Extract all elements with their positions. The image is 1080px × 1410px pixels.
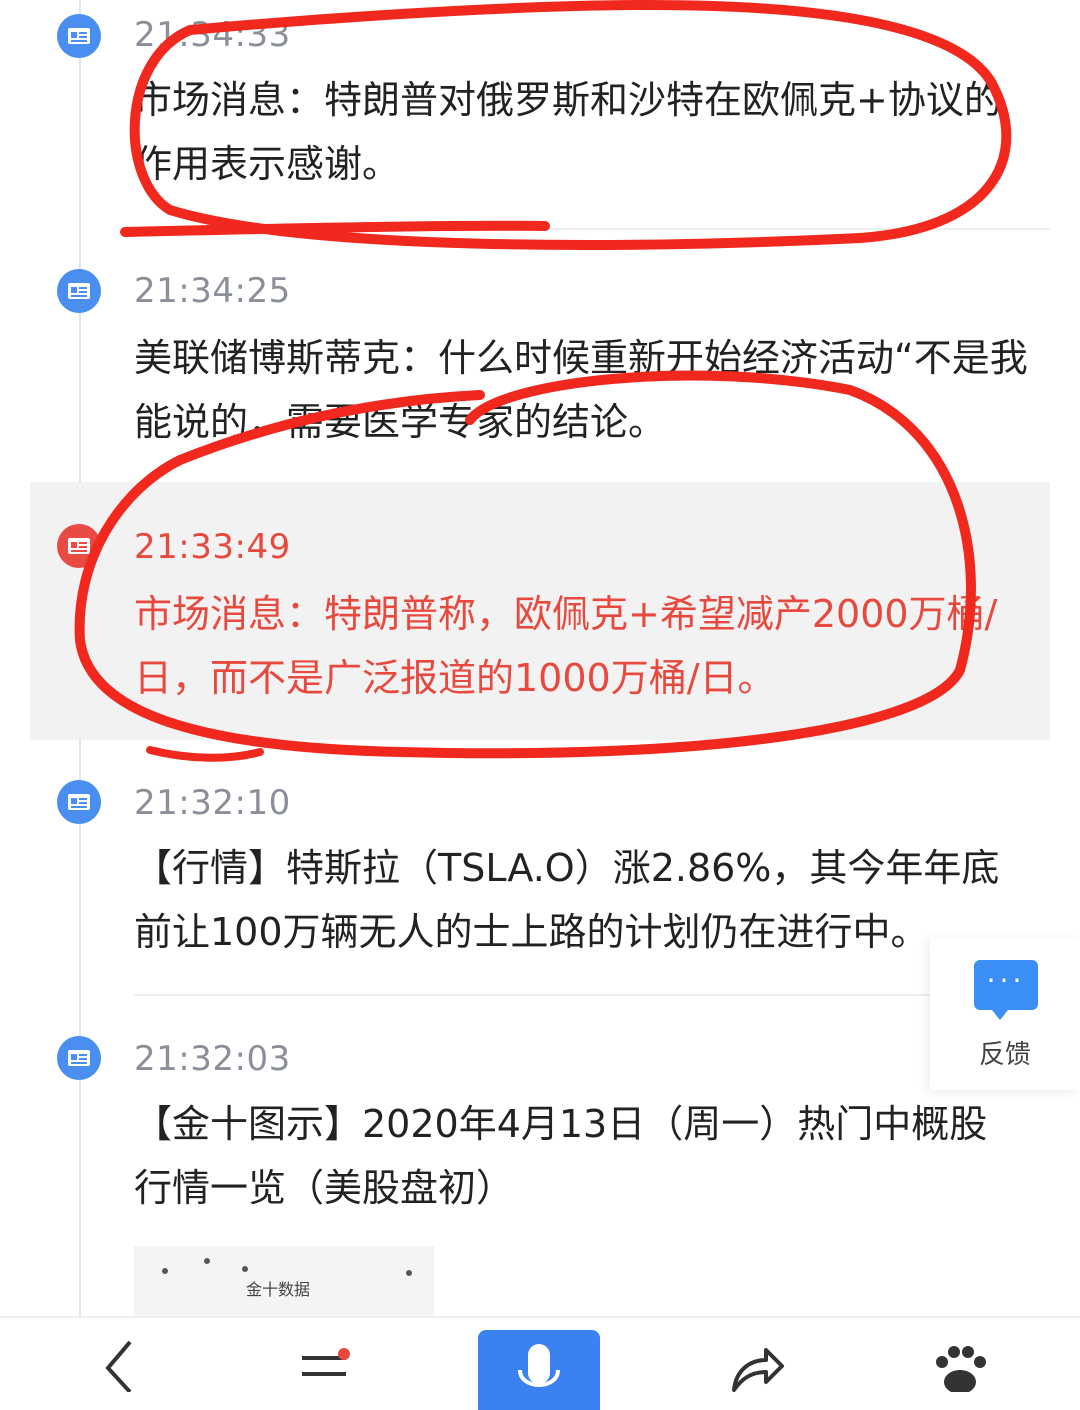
divider [134, 228, 1050, 230]
chat-dots: ··· [986, 964, 1026, 997]
divider [134, 994, 1050, 996]
news-icon [57, 780, 101, 824]
news-icon [57, 269, 101, 313]
news-time: 21:32:03 [134, 1039, 291, 1079]
news-item[interactable]: 21:32:10 【行情】特斯拉（TSLA.O）涨2.86%，其今年年底前让10… [0, 760, 1080, 996]
thumb-dot [406, 1270, 412, 1276]
thumbnail-label: 金十数据 [246, 1280, 311, 1299]
news-time: 21:33:49 [134, 527, 291, 567]
notification-dot [338, 1348, 350, 1360]
news-time: 21:32:10 [134, 783, 291, 823]
news-item[interactable]: 21:34:33 市场消息：特朗普对俄罗斯和沙特在欧佩克+协议的作用表示感谢。 [0, 0, 1080, 230]
news-time: 21:34:33 [134, 15, 291, 55]
chat-icon: ··· [974, 960, 1038, 1020]
news-text: 美联储博斯蒂克：什么时候重新开始经济活动“不是我能说的，需要医学专家的结论。 [134, 336, 1028, 444]
thumb-dot [162, 1268, 168, 1274]
voice-search-button[interactable] [478, 1330, 600, 1410]
news-text: 【行情】特斯拉（TSLA.O）涨2.86%，其今年年底前让100万辆无人的士上路… [134, 846, 1000, 954]
menu-icon[interactable] [300, 1332, 350, 1396]
news-thumbnail[interactable]: 金十数据 [134, 1246, 434, 1316]
mic-icon [518, 1344, 560, 1387]
feedback-button[interactable]: ··· 反馈 [930, 938, 1080, 1090]
news-time: 21:34:25 [134, 271, 291, 311]
news-text: 市场消息：特朗普称，欧佩克+希望减产2000万桶/日，而不是广泛报道的1000万… [134, 592, 998, 700]
news-text: 市场消息：特朗普对俄罗斯和沙特在欧佩克+协议的作用表示感谢。 [134, 78, 1002, 186]
news-item[interactable]: 21:34:25 美联储博斯蒂克：什么时候重新开始经济活动“不是我能说的，需要医… [0, 250, 1080, 480]
news-text: 【金十图示】2020年4月13日（周一）热门中概股行情一览（美股盘初） [134, 1102, 988, 1210]
feedback-label: 反馈 [978, 1040, 1031, 1070]
paw-icon[interactable] [928, 1332, 988, 1396]
back-icon[interactable] [100, 1332, 140, 1396]
thumb-dot [204, 1258, 210, 1264]
thumb-dot [242, 1266, 248, 1272]
news-icon [57, 1036, 101, 1080]
news-icon [57, 14, 101, 58]
bottom-navigation-bar [0, 1316, 1080, 1410]
news-icon [57, 524, 101, 568]
share-icon[interactable] [726, 1332, 786, 1396]
